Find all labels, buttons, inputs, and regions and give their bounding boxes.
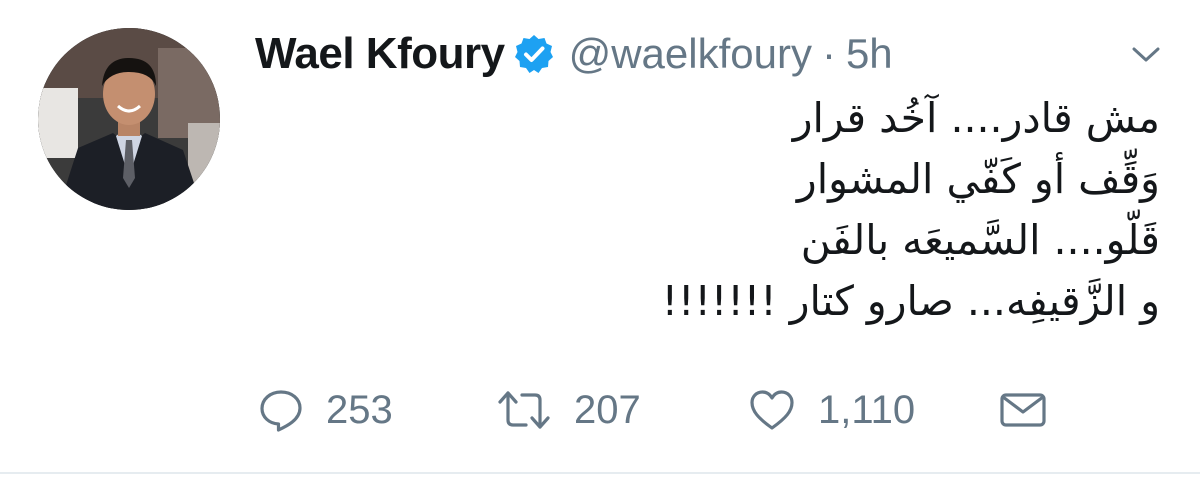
avatar-image <box>38 28 220 210</box>
like-count: 1,110 <box>818 387 916 432</box>
retweet-icon <box>496 387 552 433</box>
like-icon <box>748 387 796 433</box>
tweet-actions: 253 207 1,110 <box>258 382 1058 438</box>
tweet-text-line: مش قادر.... آخُد قرار <box>792 94 1160 142</box>
handle[interactable]: @waelkfoury <box>569 30 812 78</box>
timestamp[interactable]: 5h <box>846 30 893 78</box>
tweet-text-line: وَقِّف أو كَفّي المشوار <box>796 155 1160 203</box>
tweet-text-line: قَلّو.... السَّميعَه بالفَن <box>800 216 1160 264</box>
reply-count: 253 <box>326 387 393 432</box>
like-button[interactable]: 1,110 <box>748 382 915 438</box>
avatar[interactable] <box>38 28 220 210</box>
verified-badge-icon <box>513 33 555 75</box>
direct-message-icon <box>998 387 1048 433</box>
direct-message-button[interactable] <box>998 382 1048 438</box>
tweet-text-line: و الزَّقيفِه... صارو كتار !!!!!!! <box>661 277 1160 325</box>
divider <box>0 472 1200 474</box>
reply-icon <box>258 387 304 433</box>
tweet-card[interactable]: Wael Kfoury @waelkfoury · 5h مش قادر....… <box>0 0 1200 485</box>
retweet-button[interactable]: 207 <box>496 382 641 438</box>
chevron-down-icon[interactable] <box>1126 40 1166 70</box>
tweet-text: مش قادر.... آخُد قرار وَقِّف أو كَفّي ال… <box>260 88 1160 332</box>
separator-dot: · <box>821 30 836 77</box>
reply-button[interactable]: 253 <box>258 382 393 438</box>
retweet-count: 207 <box>574 387 641 432</box>
tweet-header: Wael Kfoury @waelkfoury · 5h <box>255 26 893 82</box>
display-name[interactable]: Wael Kfoury <box>255 29 505 79</box>
